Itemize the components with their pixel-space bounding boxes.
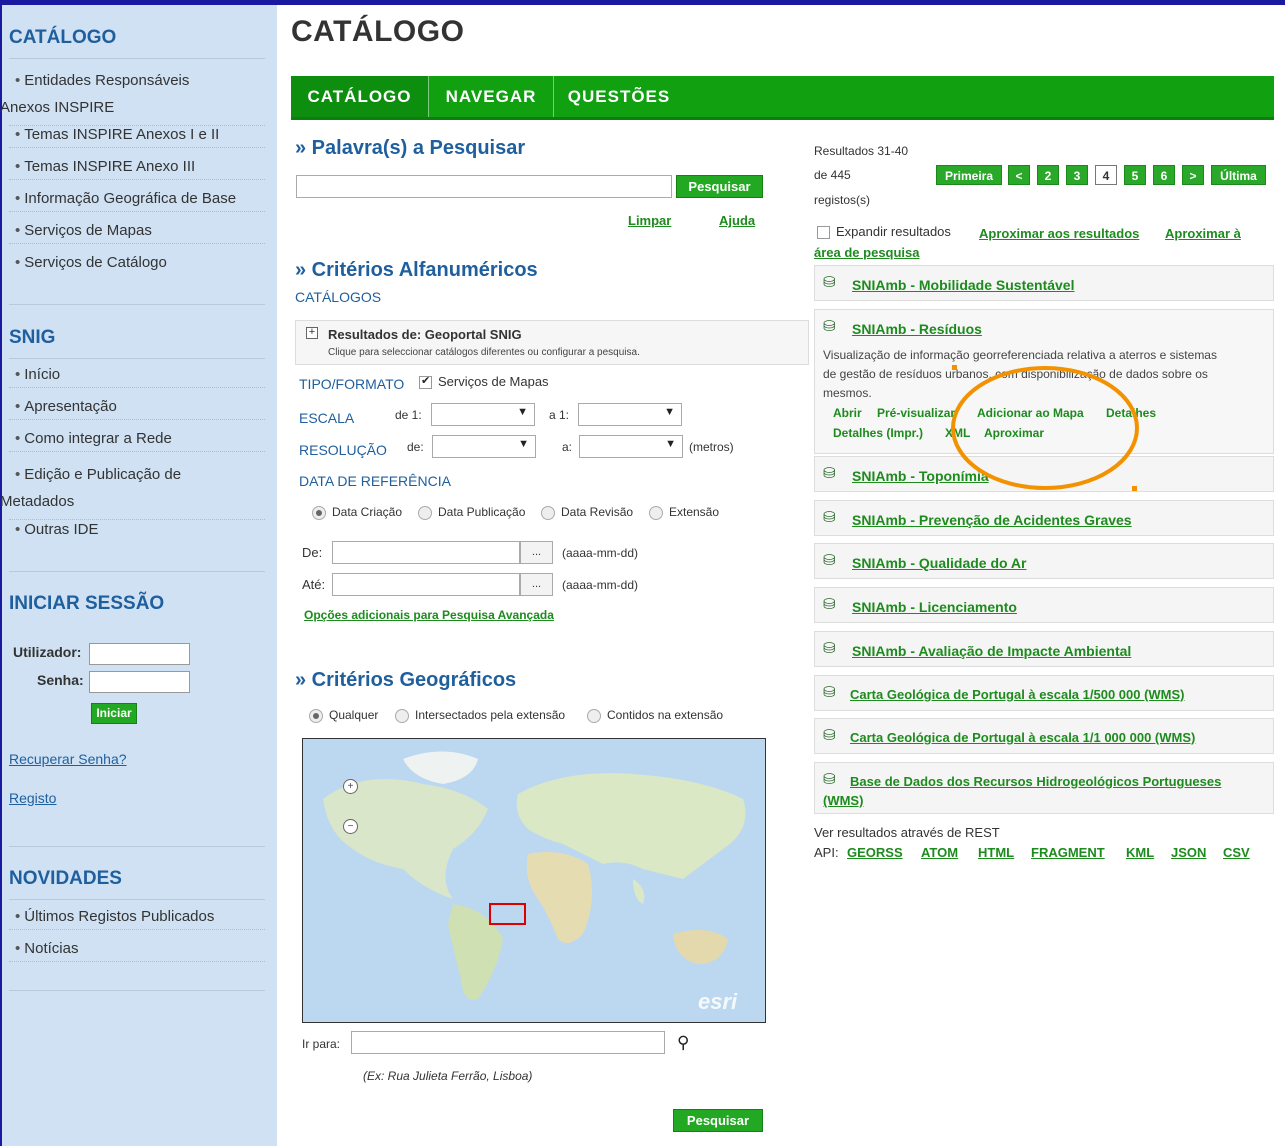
highlight-ellipse [951,366,1139,490]
annotation-overlay [951,365,1139,491]
annotation-dot [1132,486,1137,491]
annotation-dot [952,365,957,370]
